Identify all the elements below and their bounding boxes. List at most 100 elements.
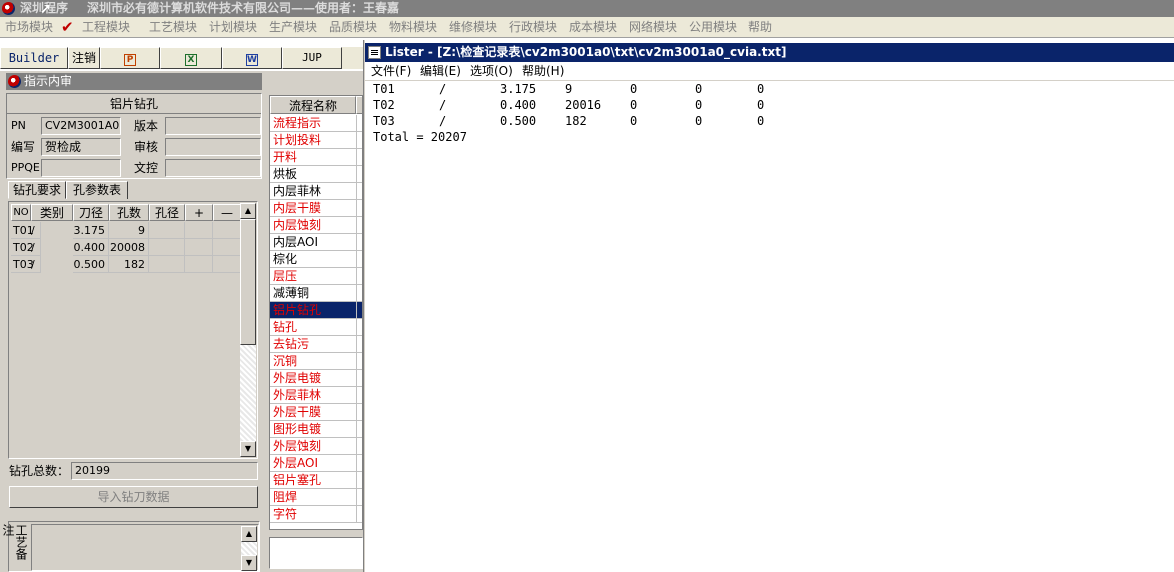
- logout-button[interactable]: 注销: [68, 47, 100, 69]
- word-button[interactable]: W: [222, 47, 282, 69]
- process-item[interactable]: 内层蚀刻: [270, 217, 356, 234]
- process-item[interactable]: 铝片钻孔: [270, 302, 356, 319]
- app-company: 深圳市必有德计算机软件技术有限公司——使用者：王春嘉: [87, 1, 400, 15]
- scroll-up-icon[interactable]: ▲: [240, 203, 256, 219]
- lister-menu-file[interactable]: 文件(F): [371, 63, 411, 80]
- pn-label: PN: [11, 119, 26, 132]
- powerpoint-button[interactable]: P: [100, 47, 160, 69]
- process-panel: 流程名称 流程指示 计划投料 开料 烘板 内层菲林 内层干膜 内层蚀刻 内层AOI 棕化 层压 减薄…: [265, 71, 363, 572]
- process-item-flag: [356, 455, 362, 472]
- lister-titlebar: Lister - [Z:\检查记录表\cv2m3001a0\txt\cv2m30…: [365, 43, 1174, 62]
- notes-scroll-down-icon[interactable]: ▼: [241, 555, 257, 571]
- grid-header-hole-dia: 孔径: [149, 204, 185, 221]
- notes-scroll-up-icon[interactable]: ▲: [241, 526, 257, 542]
- menu-network[interactable]: 网络模块: [629, 19, 677, 36]
- menu-admin[interactable]: 行政模块: [509, 19, 557, 36]
- process-item[interactable]: 内层菲林: [270, 183, 356, 200]
- version-field[interactable]: [165, 117, 261, 135]
- process-item-flag: [356, 438, 362, 455]
- grid-header-no: NO: [11, 204, 31, 221]
- process-item[interactable]: 外层AOI: [270, 455, 356, 472]
- process-item[interactable]: 减薄铜: [270, 285, 356, 302]
- process-input-box[interactable]: [269, 537, 363, 569]
- total-holes-field[interactable]: 20199: [71, 462, 258, 480]
- lister-menu-help[interactable]: 帮助(H): [522, 63, 564, 80]
- process-item[interactable]: 阻焊: [270, 489, 356, 506]
- process-item[interactable]: 开料: [270, 149, 356, 166]
- menu-material[interactable]: 物料模块: [389, 19, 437, 36]
- menu-engineering[interactable]: 工程模块: [82, 19, 130, 36]
- grid-remove-button[interactable]: —: [213, 204, 241, 221]
- menu-plan[interactable]: 计划模块: [209, 19, 257, 36]
- process-item-flag: [356, 166, 362, 183]
- process-item-flag: [356, 506, 362, 523]
- process-item[interactable]: 层压: [270, 268, 356, 285]
- lister-cell: 0: [695, 114, 703, 128]
- lister-text-content[interactable]: T01 / 3.175 9 0 0 0 T02 / 0.400 20016 0 0 0 T03 / 0.500 1…: [365, 81, 1174, 572]
- menu-process[interactable]: 工艺模块: [149, 19, 197, 36]
- process-item-flag: [356, 132, 362, 149]
- ppqe-field[interactable]: [41, 159, 121, 177]
- process-list: 流程名称 流程指示 计划投料 开料 烘板 内层菲林 内层干膜 内层蚀刻 内层AOI 棕化 层压 减薄…: [269, 95, 363, 530]
- process-notes-textarea[interactable]: ▲ ▼: [31, 524, 259, 571]
- lister-cell: 0: [695, 82, 703, 96]
- jup-button[interactable]: JUP: [282, 47, 342, 69]
- lister-cell: /: [439, 114, 447, 128]
- menu-market[interactable]: 市场模块: [5, 19, 53, 36]
- lister-menu-options[interactable]: 选项(O): [470, 63, 513, 80]
- lister-cell: T01: [373, 82, 395, 96]
- process-item[interactable]: 内层AOI: [270, 234, 356, 251]
- scroll-down-icon[interactable]: ▼: [240, 441, 256, 457]
- doc-control-field[interactable]: [165, 159, 261, 177]
- process-item[interactable]: 字符: [270, 506, 356, 523]
- word-icon: W: [246, 54, 258, 66]
- tab-hole-parameters[interactable]: 孔参数表: [66, 181, 128, 199]
- process-item[interactable]: 流程指示: [270, 115, 356, 132]
- process-item[interactable]: 钻孔: [270, 319, 356, 336]
- notes-scrollbar[interactable]: ▲ ▼: [241, 526, 257, 571]
- scroll-thumb[interactable]: [240, 219, 256, 345]
- process-item[interactable]: 内层干膜: [270, 200, 356, 217]
- process-item[interactable]: 铝片塞孔: [270, 472, 356, 489]
- process-item-flag: [356, 302, 362, 319]
- ppqe-label: PPQE: [11, 161, 40, 174]
- lister-cell: /: [439, 98, 447, 112]
- row-tool-dia: 0.400: [73, 239, 109, 256]
- lister-cell: T02: [373, 98, 395, 112]
- lister-cell: /: [439, 82, 447, 96]
- excel-button[interactable]: X: [160, 47, 222, 69]
- review-field[interactable]: [165, 138, 261, 156]
- grid-header-hole-count: 孔数: [109, 204, 149, 221]
- process-item[interactable]: 外层菲林: [270, 387, 356, 404]
- lister-cell: 0: [630, 82, 638, 96]
- lister-menu-edit[interactable]: 编辑(E): [420, 63, 461, 80]
- pn-field[interactable]: CV2M3001A0: [41, 117, 121, 135]
- import-drill-data-button[interactable]: 导入钻刀数据: [9, 486, 258, 508]
- menu-quality[interactable]: 品质模块: [329, 19, 377, 36]
- author-field[interactable]: 贺检成: [41, 138, 121, 156]
- process-item[interactable]: 外层电镀: [270, 370, 356, 387]
- menu-production[interactable]: 生产模块: [269, 19, 317, 36]
- menu-maintenance[interactable]: 维修模块: [449, 19, 497, 36]
- doc-control-label: 文控: [134, 161, 159, 175]
- row-type: /: [31, 224, 35, 237]
- grid-vertical-scrollbar[interactable]: ▲ ▼: [240, 203, 256, 457]
- lister-cell: 0: [757, 114, 765, 128]
- process-item[interactable]: 图形电镀: [270, 421, 356, 438]
- process-item[interactable]: 沉铜: [270, 353, 356, 370]
- process-item[interactable]: 烘板: [270, 166, 356, 183]
- process-item[interactable]: 计划投料: [270, 132, 356, 149]
- menu-common[interactable]: 公用模块: [689, 19, 737, 36]
- menu-help[interactable]: 帮助: [748, 19, 772, 36]
- process-item[interactable]: 外层干膜: [270, 404, 356, 421]
- tab-drill-requirements[interactable]: 钻孔要求: [8, 181, 66, 199]
- process-item[interactable]: 去钻污: [270, 336, 356, 353]
- process-item-flag: [356, 234, 362, 251]
- process-item[interactable]: 外层蚀刻: [270, 438, 356, 455]
- process-item[interactable]: 棕化: [270, 251, 356, 268]
- lister-menubar: 文件(F) 编辑(E) 选项(O) 帮助(H): [365, 62, 1174, 81]
- grid-add-button[interactable]: +: [185, 204, 213, 221]
- menu-cost[interactable]: 成本模块: [569, 19, 617, 36]
- lister-cell: 20016: [565, 98, 602, 112]
- builder-button[interactable]: Builder: [0, 47, 68, 69]
